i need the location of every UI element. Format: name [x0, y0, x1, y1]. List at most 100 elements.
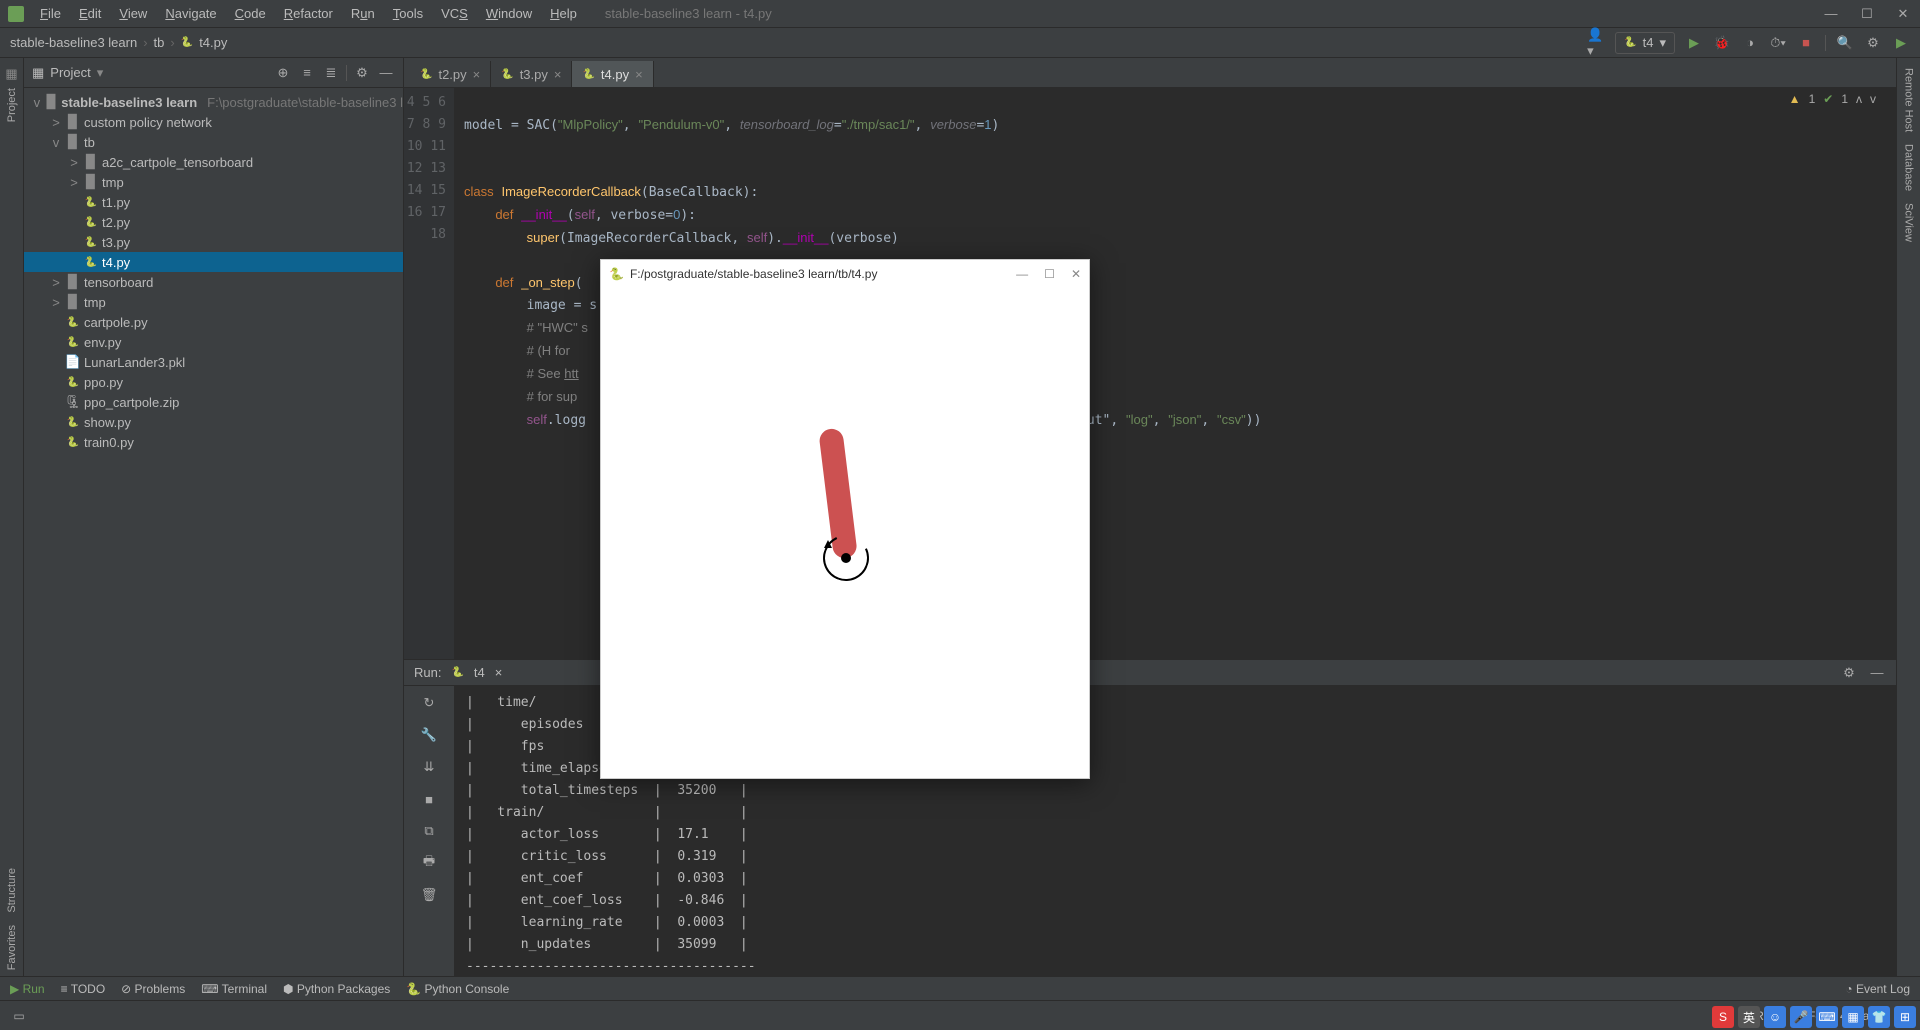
tree-item[interactable]: v▉tb: [24, 132, 403, 152]
gear-icon[interactable]: ⚙: [353, 64, 371, 82]
folder-icon: ▉: [66, 295, 80, 309]
user-icon[interactable]: 👤▾: [1587, 34, 1605, 52]
tree-item[interactable]: 🐍t4.py: [24, 252, 403, 272]
tree-item[interactable]: >▉tmp: [24, 172, 403, 192]
ime-icon[interactable]: S: [1712, 1006, 1734, 1028]
structure-tool-tab[interactable]: Structure: [4, 862, 20, 919]
run-config-selector[interactable]: 🐍 t4 ▾: [1615, 32, 1675, 54]
profile-icon[interactable]: ⏱▾: [1769, 34, 1787, 52]
sciview-tab[interactable]: SciView: [1901, 197, 1917, 248]
tree-item[interactable]: 🐍env.py: [24, 332, 403, 352]
popup-close-icon[interactable]: ✕: [1071, 267, 1081, 281]
menu-tools[interactable]: Tools: [385, 2, 431, 25]
event-log-tab[interactable]: ◔ Event Log: [1845, 982, 1910, 996]
python-console-tab[interactable]: 🐍 Python Console: [406, 982, 509, 996]
inspection-widget[interactable]: ▲1 ✔1 ʌ v: [1789, 92, 1876, 106]
tray-icon[interactable]: ⊞: [1894, 1006, 1916, 1028]
tree-item[interactable]: 🐍ppo.py: [24, 372, 403, 392]
tray-icon[interactable]: ▦: [1842, 1006, 1864, 1028]
minimize-icon[interactable]: —: [1822, 5, 1840, 23]
favorites-tool-tab[interactable]: Favorites: [4, 919, 20, 976]
coverage-icon[interactable]: ◑: [1741, 34, 1759, 52]
close-tab-icon[interactable]: ×: [473, 67, 481, 82]
tree-root[interactable]: v ▉ stable-baseline3 learn F:\postgradua…: [24, 92, 403, 112]
stop-icon[interactable]: ■: [413, 788, 445, 810]
breadcrumb-folder[interactable]: tb: [154, 35, 165, 50]
python-packages-tab[interactable]: ⬢ Python Packages: [283, 982, 390, 996]
menu-file[interactable]: File: [32, 2, 69, 25]
popup-titlebar[interactable]: 🐍 F:/postgraduate/stable-baseline3 learn…: [601, 260, 1089, 288]
tree-item[interactable]: 🐍show.py: [24, 412, 403, 432]
breadcrumb-project[interactable]: stable-baseline3 learn: [10, 35, 137, 50]
trash-icon[interactable]: 🗑: [413, 884, 445, 906]
tree-item[interactable]: >▉tmp: [24, 292, 403, 312]
next-highlight-icon[interactable]: v: [1870, 92, 1876, 106]
tree-item[interactable]: 🐍t1.py: [24, 192, 403, 212]
project-tool-tab[interactable]: Project: [4, 82, 20, 128]
tree-item[interactable]: 🐍cartpole.py: [24, 312, 403, 332]
menu-navigate[interactable]: Navigate: [157, 2, 224, 25]
print-icon[interactable]: 🖶: [413, 852, 445, 874]
project-tree: v ▉ stable-baseline3 learn F:\postgradua…: [24, 88, 403, 976]
settings-icon[interactable]: ⚙: [1864, 34, 1882, 52]
popup-maximize-icon[interactable]: ☐: [1044, 267, 1055, 281]
close-tab-icon[interactable]: ×: [554, 67, 562, 82]
editor-tab[interactable]: 🐍t2.py×: [410, 61, 491, 87]
tree-item[interactable]: 🐍train0.py: [24, 432, 403, 452]
close-tab-icon[interactable]: ×: [635, 67, 643, 82]
menu-run[interactable]: Run: [343, 2, 383, 25]
down-icon[interactable]: ⇊: [413, 756, 445, 778]
editor-tab[interactable]: 🐍t3.py×: [491, 61, 572, 87]
todo-tool-tab[interactable]: ≡ TODO: [61, 982, 106, 996]
editor-tab[interactable]: 🐍t4.py×: [572, 61, 653, 87]
remote-host-tab[interactable]: Remote Host: [1901, 62, 1917, 138]
database-tab[interactable]: Database: [1901, 138, 1917, 197]
close-run-tab-icon[interactable]: ×: [495, 665, 503, 680]
play-deploy-icon[interactable]: ▶: [1892, 34, 1910, 52]
tray-keyboard-icon[interactable]: ⌨: [1816, 1006, 1838, 1028]
problems-tool-tab[interactable]: ⊘ Problems: [121, 982, 185, 996]
popup-minimize-icon[interactable]: —: [1016, 267, 1028, 281]
menu-refactor[interactable]: Refactor: [276, 2, 341, 25]
tree-item[interactable]: 🗜ppo_cartpole.zip: [24, 392, 403, 412]
prev-highlight-icon[interactable]: ʌ: [1856, 92, 1862, 106]
layout-icon[interactable]: ⧉: [413, 820, 445, 842]
tree-item[interactable]: >▉a2c_cartpole_tensorboard: [24, 152, 403, 172]
run-panel-tab[interactable]: t4: [474, 665, 485, 680]
menu-view[interactable]: View: [111, 2, 155, 25]
tray-icon[interactable]: 👕: [1868, 1006, 1890, 1028]
project-tool-icon[interactable]: ▦: [5, 66, 17, 82]
tree-item[interactable]: 🐍t3.py: [24, 232, 403, 252]
tray-lang-icon[interactable]: 英: [1738, 1006, 1760, 1028]
wrench-icon[interactable]: 🔧: [413, 724, 445, 746]
status-icon[interactable]: ▭: [10, 1007, 28, 1025]
hide-icon[interactable]: —: [1868, 664, 1886, 682]
tree-item[interactable]: >▉tensorboard: [24, 272, 403, 292]
breadcrumb-file[interactable]: t4.py: [199, 35, 227, 50]
tree-item[interactable]: 📄LunarLander3.pkl: [24, 352, 403, 372]
menu-help[interactable]: Help: [542, 2, 585, 25]
locate-icon[interactable]: ⊕: [274, 64, 292, 82]
terminal-tool-tab[interactable]: ⌨ Terminal: [201, 982, 267, 996]
hide-icon[interactable]: —: [377, 64, 395, 82]
tree-item[interactable]: 🐍t2.py: [24, 212, 403, 232]
pendulum-window[interactable]: 🐍 F:/postgraduate/stable-baseline3 learn…: [600, 259, 1090, 779]
run-tool-tab[interactable]: ▶ Run: [10, 982, 45, 996]
menu-edit[interactable]: Edit: [71, 2, 109, 25]
tray-icon[interactable]: ☺: [1764, 1006, 1786, 1028]
stop-icon[interactable]: ■: [1797, 34, 1815, 52]
collapse-icon[interactable]: ≣: [322, 64, 340, 82]
rerun-icon[interactable]: ↻: [413, 692, 445, 714]
run-icon[interactable]: ▶: [1685, 34, 1703, 52]
close-icon[interactable]: ✕: [1894, 5, 1912, 23]
expand-icon[interactable]: ≡: [298, 64, 316, 82]
maximize-icon[interactable]: ☐: [1858, 5, 1876, 23]
gear-icon[interactable]: ⚙: [1840, 664, 1858, 682]
tray-mic-icon[interactable]: 🎤: [1790, 1006, 1812, 1028]
debug-icon[interactable]: 🐞: [1713, 34, 1731, 52]
menu-window[interactable]: Window: [478, 2, 540, 25]
tree-item[interactable]: >▉custom policy network: [24, 112, 403, 132]
menu-vcs[interactable]: VCS: [433, 2, 476, 25]
menu-code[interactable]: Code: [227, 2, 274, 25]
search-icon[interactable]: 🔍: [1836, 34, 1854, 52]
